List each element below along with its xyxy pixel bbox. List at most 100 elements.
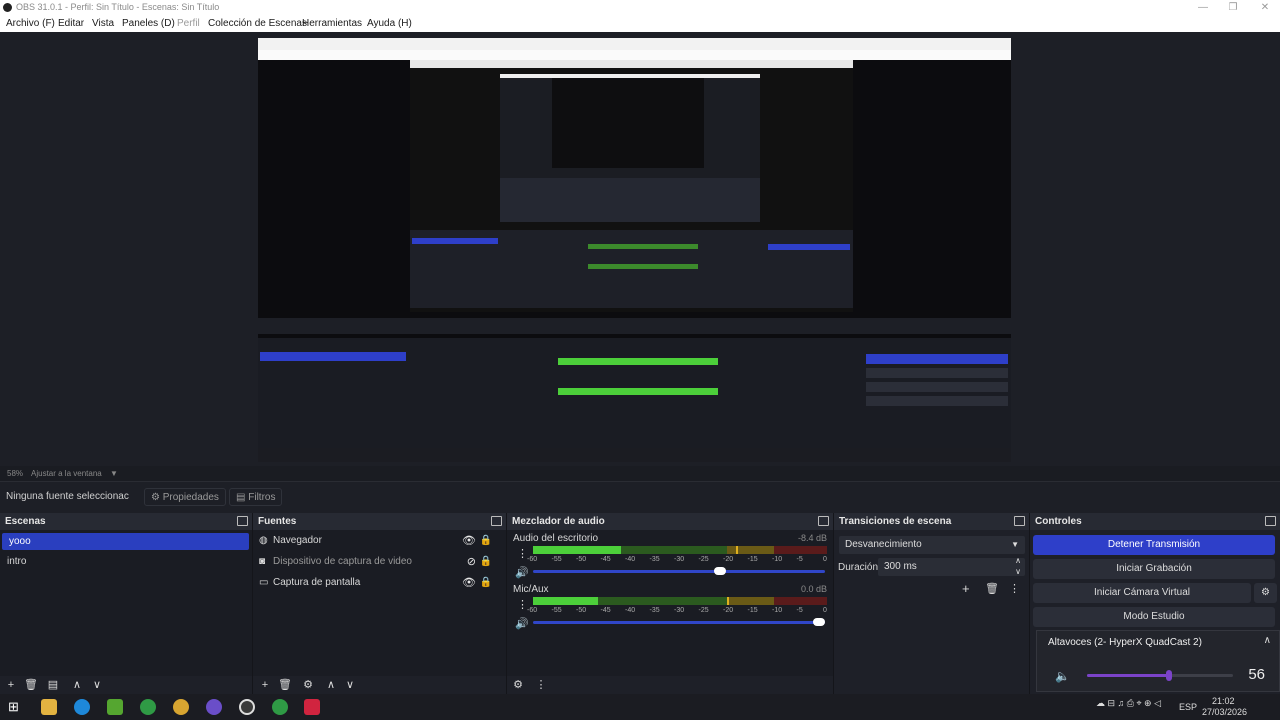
file-explorer-icon[interactable] [41,699,57,715]
volume-fill [1087,674,1169,677]
minimize-button[interactable]: — [1188,0,1218,15]
move-up-icon[interactable]: ∧ [324,678,338,692]
filters-button[interactable]: ▤ Filtros [229,488,283,506]
menu-paneles[interactable]: Paneles (D) [122,15,175,32]
spin-arrows-icon[interactable]: ∧ ∨ [1015,555,1021,577]
trash-icon[interactable]: 🗑 [24,678,38,692]
move-down-icon[interactable]: ∨ [343,678,357,692]
language-indicator[interactable]: ESP [1179,702,1197,712]
edge-icon[interactable] [74,699,90,715]
taskbar: ⊞ ☁ ⊟ ♫ ⎙ ⌖ ⊕ ◁ ESP 21:02 27/03/2026 [0,694,1280,720]
source-item[interactable]: ◍ Navegador 👁 🔒 [259,532,498,550]
transition-select[interactable]: Desvanecimiento ▼ [839,536,1025,554]
clock-date[interactable]: 27/03/2026 [1202,707,1247,717]
audio-device-name[interactable]: Altavoces (2- HyperX QuadCast 2) [1048,637,1202,648]
volume-slider-handle[interactable] [813,618,825,626]
start-virtual-camera-button[interactable]: Iniciar Cámara Virtual [1033,583,1251,603]
meter-tick-label: -5 [796,607,803,614]
kebab-menu-icon[interactable]: ⋮ [534,678,548,692]
chrome-icon[interactable] [140,699,156,715]
lock-icon[interactable]: 🔒 [480,574,492,592]
volume-meter [533,546,827,554]
maximize-button[interactable]: ❐ [1218,0,1248,15]
scene-item[interactable]: intro [0,553,252,570]
eye-hidden-icon[interactable]: ⊘ [467,553,476,571]
discord-icon[interactable] [206,699,222,715]
undock-icon[interactable] [1265,516,1276,526]
menu-editar[interactable]: Editar [58,15,84,32]
stream-preview[interactable] [258,38,1011,462]
gear-icon: ⚙ [151,492,160,503]
add-icon[interactable]: + [4,678,18,692]
undock-icon[interactable] [1014,516,1025,526]
volume-slider-thumb[interactable] [1165,670,1172,681]
volume-slider[interactable] [533,567,825,575]
stop-streaming-button[interactable]: Detener Transmisión [1033,535,1275,555]
tray-icons[interactable]: ☁ ⊟ ♫ ⎙ ⌖ ⊕ ◁ [1096,698,1161,709]
fit-window-dropdown[interactable]: Ajustar a la ventana [31,466,102,481]
properties-button[interactable]: ⚙ Propiedades [144,488,226,506]
globe-icon: ◍ [259,535,268,546]
meter-tick-label: -20 [722,607,734,614]
windows-start-icon[interactable]: ⊞ [8,699,24,715]
system-volume-slider[interactable] [1087,670,1233,681]
scenes-toolbar: + 🗑 ▤ ∧ ∨ [0,676,252,694]
move-down-icon[interactable]: ∨ [90,678,104,692]
meter-level [533,597,598,605]
studio-mode-button[interactable]: Modo Estudio [1033,607,1275,627]
start-recording-button[interactable]: Iniciar Grabación [1033,559,1275,579]
filter-icon[interactable]: ▤ [46,678,60,692]
eye-icon[interactable]: 👁 [462,574,476,592]
eye-icon[interactable]: 👁 [462,532,476,550]
menu-vista[interactable]: Vista [92,15,114,32]
meter-tick-label: -45 [600,556,611,563]
volume-slider-handle[interactable] [713,567,726,575]
menu-archivo[interactable]: Archivo (F) [6,15,55,32]
duration-spinbox[interactable]: 300 ms ∧ ∨ [878,555,1025,577]
mixer-channel: Mic/Aux 0.0 dB ⋮ -60 -55 -50 -45 -40 -35 -30 -2… [513,584,827,634]
trash-icon[interactable]: 🗑 [278,678,292,692]
virtual-camera-settings-button[interactable]: ⚙ [1254,583,1277,603]
menu-perfil[interactable]: Perfil [177,15,200,32]
source-item[interactable]: ▭ Captura de pantalla 👁 🔒 [259,574,498,592]
speaker-icon[interactable]: 🔊 [515,617,529,630]
preview-capture-image [258,38,1011,462]
gear-icon[interactable]: ⚙ [511,678,525,692]
lock-icon[interactable]: 🔒 [480,532,492,550]
meter-tick-label: -15 [747,556,758,563]
scene-item[interactable]: yooo [2,533,249,550]
chrome-icon[interactable] [173,699,189,715]
undock-icon[interactable] [237,516,248,526]
chrome-icon[interactable] [272,699,288,715]
clock-time[interactable]: 21:02 [1212,696,1235,706]
menu-herramientas[interactable]: Herramientas [302,15,362,32]
mixer-channel: Audio del escritorio -8.4 dB ⋮ -60 -55 -50… [513,533,827,583]
app-icon[interactable] [304,699,320,715]
meter-tick-label: -25 [698,607,709,614]
speaker-icon[interactable]: 🔈 [1055,669,1070,683]
chevron-down-icon[interactable]: ▼ [110,466,118,481]
move-up-icon[interactable]: ∧ [70,678,84,692]
volume-slider[interactable] [533,618,825,626]
speaker-icon[interactable]: 🔊 [515,566,529,579]
add-icon[interactable]: + [962,581,970,596]
meter-tick-label: -30 [674,607,685,614]
mixer-channels: Audio del escritorio -8.4 dB ⋮ -60 -55 -50… [507,530,833,676]
kebab-menu-icon[interactable]: ⋮ [1009,582,1020,595]
menu-ayuda[interactable]: Ayuda (H) [367,15,412,32]
channel-db: -8.4 dB [797,533,827,543]
gear-icon[interactable]: ⚙ [301,678,315,692]
minecraft-icon[interactable] [107,699,123,715]
source-item[interactable]: ◙ Dispositivo de captura de video ⊘ 🔒 [259,553,498,571]
menu-coleccion-escenas[interactable]: Colección de Escenas [208,15,307,32]
trash-icon[interactable]: 🗑 [985,582,999,595]
add-icon[interactable]: + [258,678,272,692]
chevron-up-icon[interactable]: ∧ [1264,635,1271,646]
meter-tick-label: -60 [527,607,538,614]
meter-peak [735,546,738,554]
undock-icon[interactable] [491,516,502,526]
undock-icon[interactable] [818,516,829,526]
obs-icon[interactable] [239,699,255,715]
close-button[interactable]: ✕ [1250,0,1280,15]
lock-icon[interactable]: 🔒 [480,553,492,571]
